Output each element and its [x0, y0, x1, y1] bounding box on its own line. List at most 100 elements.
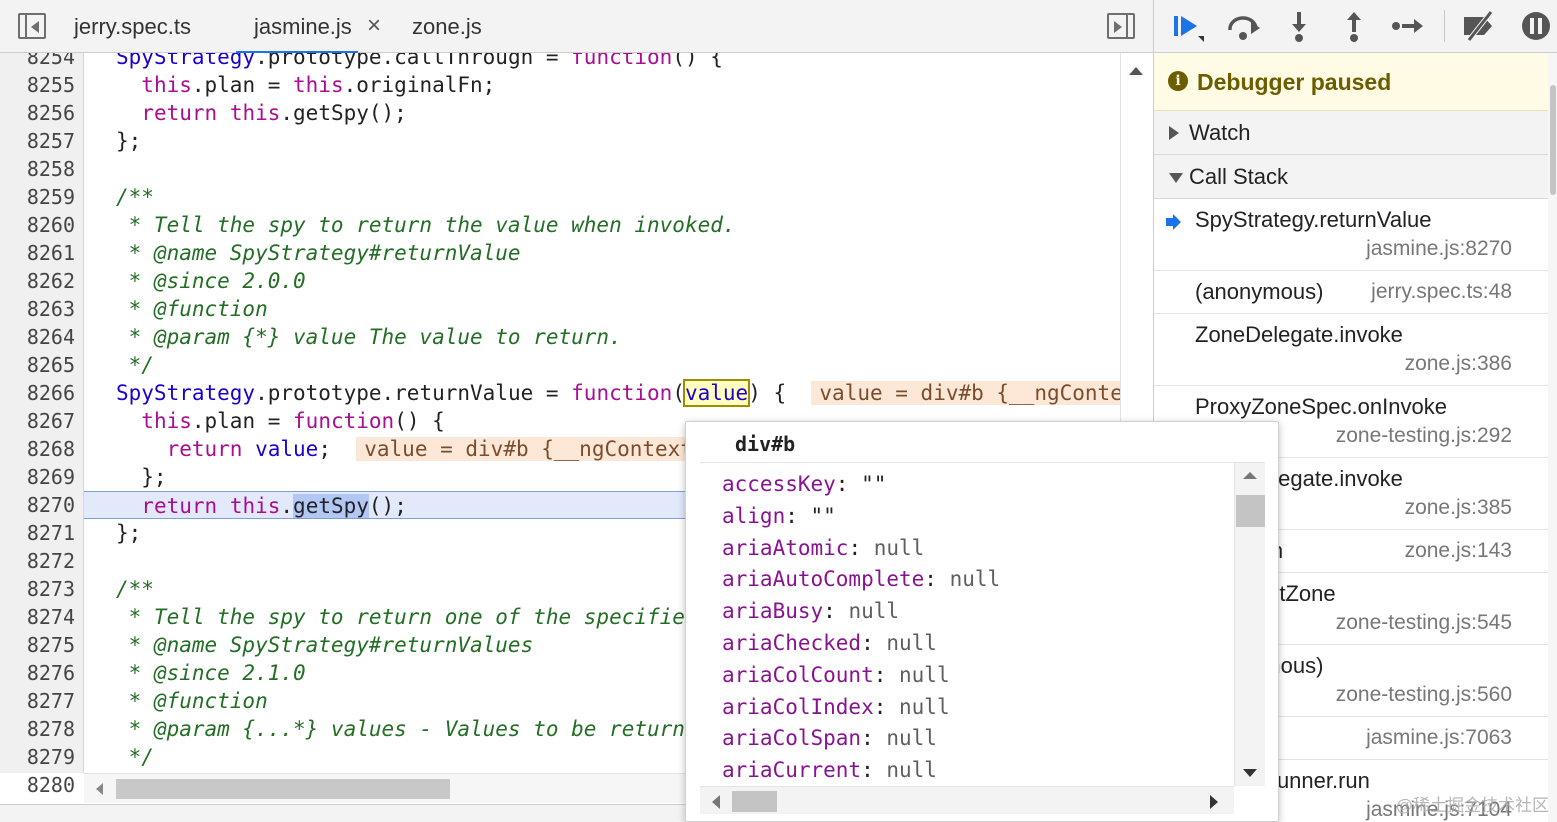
popover-property[interactable]: ariaAtomic: null — [722, 533, 924, 563]
line-number[interactable]: 8266 — [0, 381, 75, 405]
tab-jerry-spec[interactable]: jerry.spec.ts — [74, 0, 191, 53]
line-number[interactable]: 8261 — [0, 241, 75, 265]
call-frame-location[interactable]: jasmine.js:8270 — [1366, 237, 1512, 261]
tab-zone[interactable]: zone.js — [412, 0, 482, 53]
watch-section-header[interactable]: Watch — [1154, 111, 1548, 155]
call-frame[interactable]: (anonymous) jerry.spec.ts:48 — [1154, 271, 1548, 314]
property-separator: : — [873, 662, 900, 687]
line-number[interactable]: 8272 — [0, 549, 75, 573]
popover-scroll-left-icon[interactable] — [712, 795, 720, 809]
horizontal-scroll-thumb[interactable] — [116, 779, 450, 799]
popover-property[interactable]: accessKey: "" — [722, 469, 886, 499]
line-number[interactable]: 8264 — [0, 325, 75, 349]
popover-scroll-down-icon[interactable] — [1243, 769, 1257, 777]
scroll-up-icon[interactable] — [1129, 67, 1143, 75]
popover-vertical-scrollbar[interactable] — [1234, 463, 1265, 786]
popover-property[interactable]: ariaColCount: null — [722, 660, 950, 690]
property-separator: : — [823, 599, 849, 624]
popover-property[interactable]: ariaChecked: null — [722, 628, 937, 658]
toggle-navigator-icon[interactable] — [18, 13, 46, 39]
call-frame[interactable]: ZoneDelegate.invoke zone.js:386 — [1154, 314, 1548, 386]
call-frame-location[interactable]: zone-testing.js:560 — [1336, 683, 1512, 707]
property-value: null — [886, 631, 937, 655]
line-number[interactable]: 8275 — [0, 633, 75, 657]
call-frame-location[interactable]: zone-testing.js:292 — [1336, 424, 1512, 448]
call-frame-location[interactable]: zone.js:386 — [1405, 352, 1512, 376]
property-separator: : — [873, 694, 900, 719]
line-number-gutter[interactable]: 8254 8255 8256 8257 8258 8259 8260 8261 8262 8263… — [0, 53, 84, 797]
call-frame-location[interactable]: zone.js:143 — [1405, 539, 1512, 563]
line-number[interactable]: 8274 — [0, 605, 75, 629]
popover-property[interactable]: ariaCurrent: null — [722, 755, 937, 785]
step-out-icon[interactable] — [1334, 8, 1374, 44]
sidebar-scrollbar[interactable] — [1548, 53, 1557, 822]
pause-on-exceptions-icon[interactable] — [1516, 8, 1556, 44]
call-frame-location[interactable]: jerry.spec.ts:48 — [1371, 280, 1512, 304]
call-frame-location[interactable]: jasmine.js:7063 — [1366, 726, 1512, 750]
line-number[interactable]: 8273 — [0, 577, 75, 601]
line-number[interactable]: 8280 — [0, 773, 75, 797]
popover-scroll-right-icon[interactable] — [1210, 795, 1218, 809]
line-number[interactable]: 8263 — [0, 297, 75, 321]
line-number[interactable]: 8276 — [0, 661, 75, 685]
line-number[interactable]: 8260 — [0, 213, 75, 237]
call-frame-location[interactable]: zone-testing.js:545 — [1336, 611, 1512, 635]
scroll-left-icon[interactable] — [96, 783, 103, 795]
object-preview-popover: div#b accessKey: "" align: "" ariaAtomic: … — [685, 421, 1279, 822]
property-key: align — [722, 503, 786, 528]
line-number[interactable]: 8268 — [0, 437, 75, 461]
debugger-paused-label: Debugger paused — [1197, 69, 1392, 95]
line-number[interactable]: 8254 — [0, 53, 75, 69]
code-line: * @function — [116, 297, 268, 321]
popover-property[interactable]: ariaColSpan: null — [722, 723, 937, 753]
call-frame[interactable]: SpyStrategy.returnValue jasmine.js:8270 — [1154, 199, 1548, 271]
popover-horizontal-scrollbar[interactable] — [700, 786, 1234, 814]
toggle-debugger-icon[interactable] — [1107, 13, 1135, 39]
line-number[interactable]: 8278 — [0, 717, 75, 741]
step-icon[interactable] — [1388, 8, 1428, 44]
property-key: ariaAtomic — [722, 535, 849, 560]
line-number[interactable]: 8270 — [0, 493, 75, 517]
step-over-icon[interactable] — [1224, 8, 1264, 44]
line-number[interactable]: 8271 — [0, 521, 75, 545]
resume-icon[interactable] — [1168, 8, 1208, 44]
line-number[interactable]: 8259 — [0, 185, 75, 209]
line-number[interactable]: 8262 — [0, 269, 75, 293]
property-value: "" — [810, 503, 836, 528]
property-value: "" — [861, 472, 887, 496]
popover-property[interactable]: ariaColIndex: null — [722, 692, 950, 722]
call-frame-location[interactable]: zone.js:385 — [1405, 496, 1512, 520]
line-number[interactable]: 8279 — [0, 745, 75, 769]
popover-property[interactable]: ariaAutoComplete: null — [722, 564, 1000, 594]
popover-scroll-thumb[interactable] — [1236, 495, 1265, 527]
line-number[interactable]: 8277 — [0, 689, 75, 713]
callstack-section-header[interactable]: Call Stack — [1154, 155, 1548, 199]
line-number[interactable]: 8258 — [0, 157, 75, 181]
popover-property[interactable]: ariaBusy: null — [722, 596, 899, 626]
line-number[interactable]: 8255 — [0, 73, 75, 97]
popover-horizontal-thumb[interactable] — [732, 791, 777, 812]
close-tab-icon[interactable]: × — [367, 0, 381, 53]
deactivate-breakpoints-icon[interactable] — [1459, 8, 1499, 44]
tab-jasmine[interactable]: jasmine.js — [236, 0, 358, 54]
editor-tab-bar: jerry.spec.ts jasmine.js × zone.js — [0, 0, 1153, 54]
line-number[interactable]: 8267 — [0, 409, 75, 433]
line-number[interactable]: 8265 — [0, 353, 75, 377]
line-number[interactable]: 8269 — [0, 465, 75, 489]
popover-scroll-up-icon[interactable] — [1243, 472, 1257, 479]
code-line: }; — [116, 129, 142, 153]
code-line: SpyStrategy.prototype.returnValue = func… — [84, 379, 1153, 407]
collapse-arrow-icon — [1169, 173, 1183, 183]
popover-property[interactable]: align: "" — [722, 501, 836, 531]
line-number[interactable]: 8257 — [0, 129, 75, 153]
sidebar-scroll-thumb[interactable] — [1550, 85, 1556, 195]
property-separator: : — [848, 535, 874, 560]
step-into-icon[interactable] — [1279, 8, 1319, 44]
code-line: * Tell the spy to return the value when … — [116, 213, 736, 237]
line-number[interactable]: 8256 — [0, 101, 75, 125]
property-separator: : — [785, 503, 811, 528]
current-frame-arrow-icon — [1166, 214, 1181, 230]
watch-label: Watch — [1189, 120, 1251, 145]
watermark: @稀土掘金技术社区 — [1395, 796, 1549, 815]
debugger-paused-banner: i Debugger paused — [1154, 53, 1548, 111]
